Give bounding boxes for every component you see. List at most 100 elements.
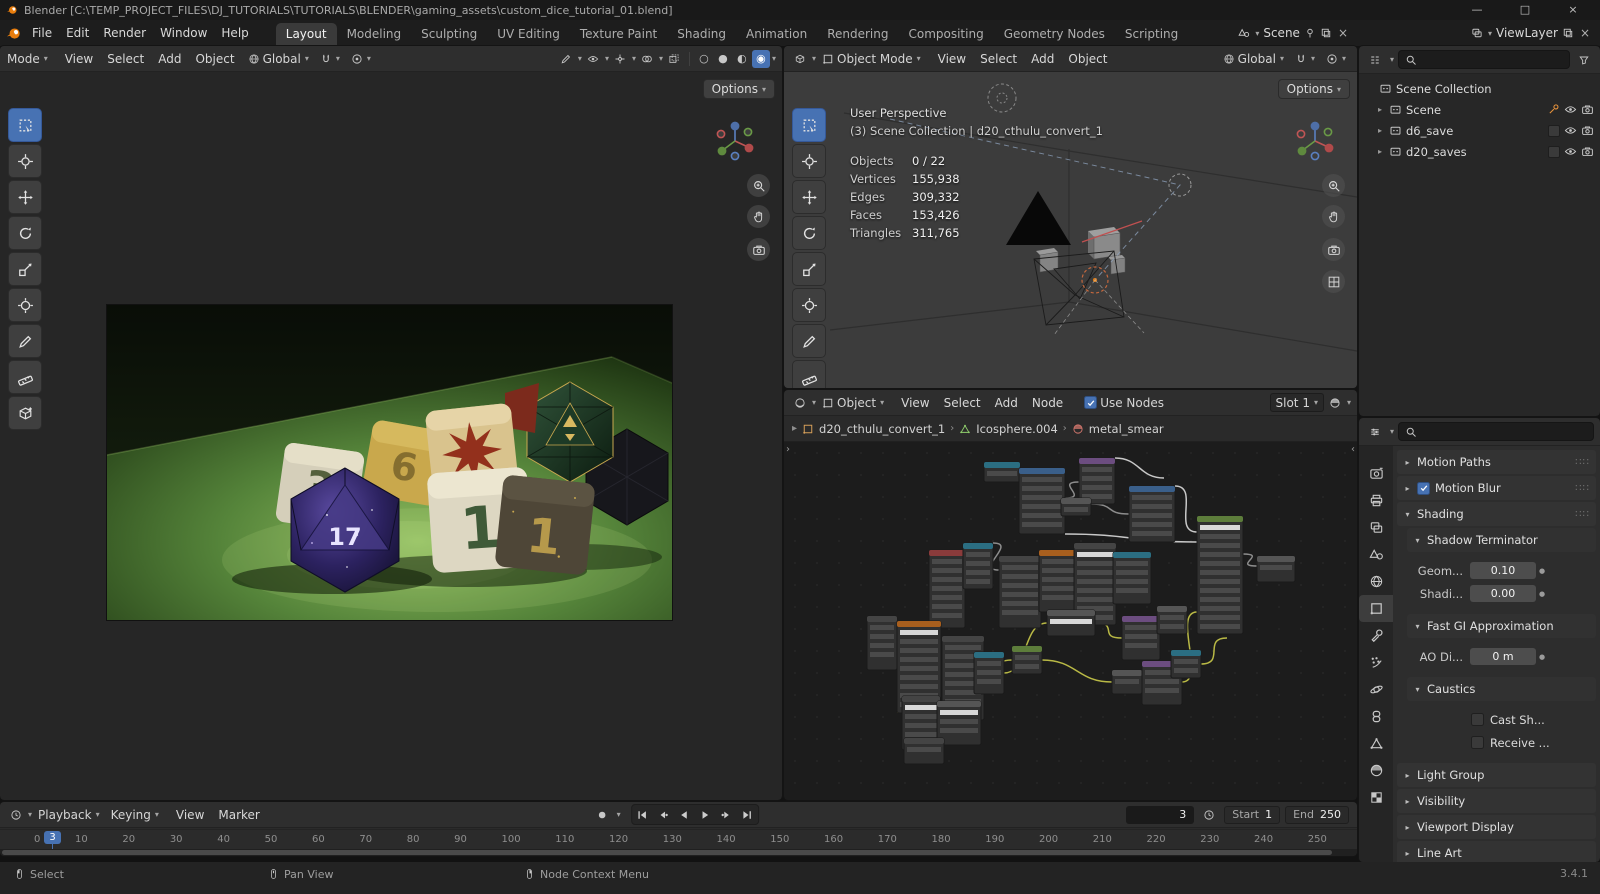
minimize-button[interactable]: — [1456,0,1498,20]
editor-type-3d-viewport[interactable] [790,50,810,68]
current-frame-field[interactable]: 3 [1126,805,1195,824]
workspace-tab-shading[interactable]: Shading [667,23,736,46]
menu-file[interactable]: File [25,23,59,43]
play-reverse-button[interactable] [674,805,695,824]
jump-to-start-button[interactable] [632,805,653,824]
shader-node[interactable] [1256,555,1296,583]
tool-cursor[interactable] [792,144,826,178]
exclude-checkbox[interactable] [1548,124,1560,137]
shader-node[interactable] [928,549,966,629]
outliner-row-scene-collection[interactable]: Scene Collection [1359,78,1600,99]
shader-node[interactable] [1128,485,1176,543]
animate-decorator-icon[interactable]: ● [1536,653,1548,661]
camera-view-button[interactable] [747,238,770,261]
workspace-tab-geometry-nodes[interactable]: Geometry Nodes [994,23,1115,46]
menu-render[interactable]: Render [96,23,153,43]
shader-node[interactable] [1121,615,1161,661]
playhead[interactable]: 3 [44,831,61,851]
tool-measure[interactable] [8,360,42,394]
keying-menu[interactable]: Keying ▾ [106,806,164,824]
properties-tab-object[interactable] [1359,595,1393,622]
viewport-menu-add[interactable]: Add [151,49,188,69]
viewlayer-selector[interactable]: ▾ ViewLayer × [1471,20,1592,46]
new-viewlayer-icon[interactable] [1562,27,1574,39]
expand-arrow-icon[interactable]: ▸ [792,423,797,434]
maximize-button[interactable]: □ [1504,0,1546,20]
filter-dropdown[interactable] [1574,51,1594,69]
properties-tab-world[interactable] [1359,568,1393,595]
xray-toggle[interactable] [664,50,684,68]
node-graph-canvas[interactable]: › ‹ [784,442,1357,800]
expand-arrow-icon[interactable]: ▸ [1375,126,1385,135]
use-nodes-checkbox[interactable] [1084,396,1098,409]
navigation-gizmo[interactable] [712,118,758,164]
use-nodes-toggle[interactable]: Use Nodes [1079,394,1169,412]
scene-name[interactable]: Scene [1263,26,1300,40]
workspace-tab-compositing[interactable]: Compositing [898,23,993,46]
breadcrumb-material[interactable]: metal_smear [1089,422,1164,436]
jump-to-end-button[interactable] [737,805,758,824]
shader-editor[interactable]: ▾ Object ▾ View Select Add Node Use Nodes Sl… [783,389,1358,801]
zoom-button[interactable] [747,174,770,197]
viewport-3d-rendered[interactable]: Mode ▾ View Select Add Object Global ▾ ▾ ▾ ▾ … [0,45,783,801]
panel-shading[interactable]: ▾ Shading ∷∷ [1397,502,1596,526]
proportional-editing-toggle[interactable]: ▾ [1321,51,1351,67]
workspace-tab-uv-editing[interactable]: UV Editing [487,23,570,46]
preview-range-clock-icon[interactable] [1199,806,1219,824]
breadcrumb-mesh[interactable]: Icosphere.004 [976,422,1058,436]
expand-arrow-icon[interactable]: ▸ [1375,105,1385,114]
animate-decorator-icon[interactable]: ● [1536,567,1548,575]
tool-add-cube[interactable] [8,396,42,430]
viewport-menu-add[interactable]: Add [1024,49,1061,69]
breadcrumb-object[interactable]: d20_cthulu_convert_1 [819,422,945,436]
properties-editor[interactable]: ▾ ▸ Motion Paths ∷∷ ▸ Motion Blur ∷∷ ▾ Shadin… [1358,417,1600,863]
tool-scale[interactable] [8,252,42,286]
shader-node[interactable] [1038,549,1078,613]
properties-tab-printer[interactable] [1359,487,1393,514]
snap-toggle[interactable]: ▾ [1290,51,1320,67]
next-keyframe-button[interactable] [716,805,737,824]
frame-end-field[interactable]: End 250 [1285,805,1349,824]
shader-node[interactable] [973,651,1005,695]
zoom-button[interactable] [1322,174,1345,197]
timeline-menu-view[interactable]: View [169,805,211,825]
shader-node[interactable] [1078,457,1116,505]
shader-node[interactable] [1196,515,1244,635]
mode-dropdown[interactable]: Mode ▾ [2,50,53,68]
outliner-row-d20-saves[interactable]: ▸ d20_saves [1359,141,1600,162]
tool-transform[interactable] [792,288,826,322]
workspace-tab-rendering[interactable]: Rendering [817,23,898,46]
properties-tab-texture[interactable] [1359,784,1393,811]
editor-type-shader[interactable] [790,394,810,412]
panel-drag-handle-icon[interactable]: ∷∷ [1575,457,1590,468]
panel-line-art[interactable]: ▸ Line Art [1397,841,1596,862]
panel-visibility[interactable]: ▸ Visibility [1397,789,1596,813]
properties-tab-layers[interactable] [1359,514,1393,541]
tool-select-box[interactable] [792,108,826,142]
shader-node[interactable] [866,615,898,671]
hide-eye-toggle[interactable] [1564,103,1577,116]
orthographic-toggle-button[interactable] [1322,270,1345,293]
outliner-row-d6-save[interactable]: ▸ d6_save [1359,120,1600,141]
tool-annotate[interactable] [792,324,826,358]
transform-orientation-dropdown[interactable]: Global ▾ [1218,50,1289,68]
visibility-dropdown[interactable] [583,50,603,68]
menu-edit[interactable]: Edit [59,23,96,43]
panel-light-group[interactable]: ▸ Light Group [1397,763,1596,787]
gizmos-toggle[interactable] [610,50,630,68]
navigation-gizmo[interactable] [1292,118,1338,164]
tool-measure[interactable] [792,360,826,388]
properties-tab-render[interactable] [1359,460,1393,487]
shader-node[interactable] [1156,605,1188,635]
shading-material-button[interactable]: ◐ [733,50,751,68]
tool-select-box[interactable] [8,108,42,142]
shading-wireframe-button[interactable]: ○ [695,50,713,68]
annotate-dropdown[interactable] [556,50,576,68]
options-dropdown[interactable]: Options ▾ [702,79,775,99]
panel-caustics[interactable]: ▾ Caustics [1407,677,1596,701]
shader-menu-view[interactable]: View [894,393,936,413]
snap-toggle[interactable]: ▾ [315,51,345,67]
shader-node[interactable] [1011,645,1043,675]
transform-orientation-dropdown[interactable]: Global ▾ [243,50,314,68]
shader-type-dropdown[interactable]: Object ▾ [817,394,889,412]
